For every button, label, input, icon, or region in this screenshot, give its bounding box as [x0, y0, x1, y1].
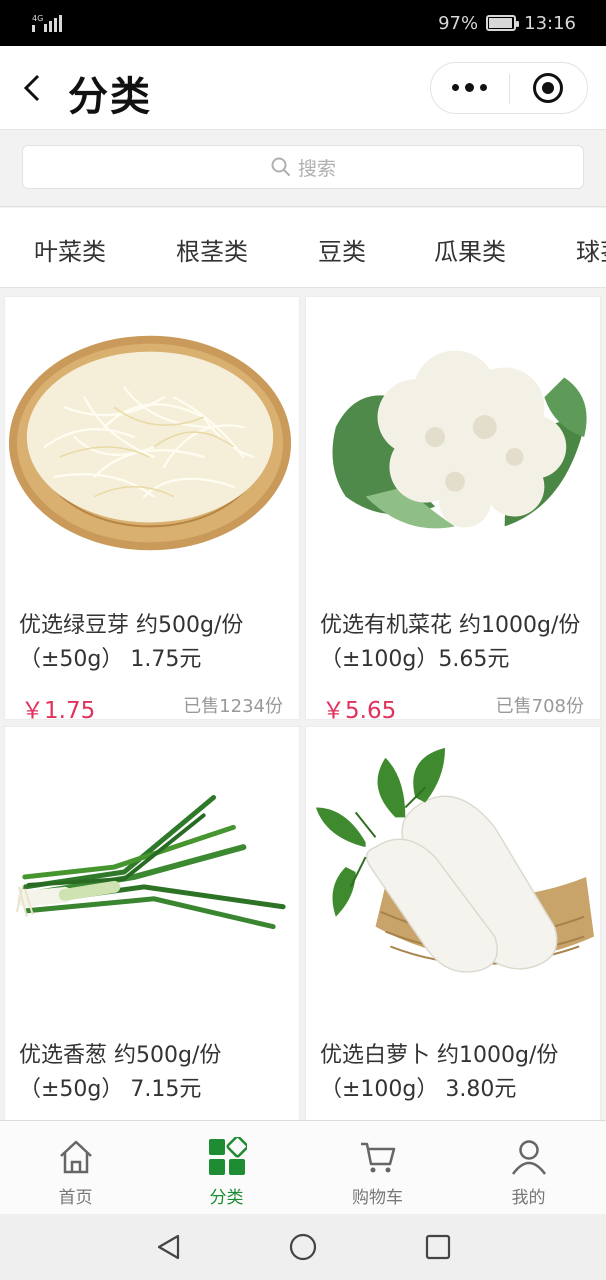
system-home-icon[interactable] [288, 1232, 318, 1262]
product-card[interactable]: 优选白萝卜 约1000g/份（±100g） 3.80元 [305, 726, 601, 1120]
home-icon [59, 1140, 92, 1174]
search-area: 搜索 [0, 131, 606, 207]
nav-category[interactable]: 分类 [151, 1121, 302, 1215]
product-price: ￥5.65 [322, 698, 397, 724]
nav-profile-label: 我的 [511, 1188, 546, 1208]
product-name: 优选白萝卜 约1000g/份（±100g） 3.80元 [320, 1043, 559, 1102]
svg-text:4G: 4G [32, 14, 43, 23]
tab-root-vegetables[interactable]: 根茎类 [176, 232, 248, 267]
clock: 13:16 [524, 12, 576, 34]
nav-category-label: 分类 [209, 1188, 244, 1208]
tab-gourds-fruits[interactable]: 瓜果类 [434, 232, 506, 267]
tab-beans[interactable]: 豆类 [318, 232, 366, 267]
cauliflower-image [332, 350, 587, 529]
product-grid: 优选绿豆芽 约500g/份（±50g） 1.75元 ￥1.75 已售1234份 … [0, 290, 606, 1120]
tab-bulb-vegetables[interactable]: 球茎类 [576, 232, 606, 267]
product-name: 优选香葱 约500g/份（±50g） 7.15元 [19, 1043, 222, 1102]
product-card[interactable]: 优选香葱 约500g/份（±50g） 7.15元 [4, 726, 300, 1120]
product-price: ￥1.75 [21, 698, 96, 724]
system-recents-icon[interactable] [423, 1232, 453, 1262]
bean-sprouts-image [8, 335, 292, 551]
battery-percent: 97% [438, 12, 479, 34]
product-name: 优选绿豆芽 约500g/份（±50g） 1.75元 [19, 613, 244, 672]
back-icon[interactable] [18, 68, 50, 108]
user-icon [511, 1140, 546, 1175]
target-icon [533, 73, 564, 103]
app-header: 分类 [0, 46, 606, 130]
product-name: 优选有机菜花 约1000g/份（±100g）5.65元 [320, 613, 581, 672]
search-placeholder: 搜索 [297, 157, 336, 180]
search-input[interactable]: 搜索 [22, 145, 584, 189]
category-icon [208, 1137, 247, 1175]
product-card[interactable]: 优选有机菜花 约1000g/份（±100g）5.65元 ￥5.65 已售708份 [305, 296, 601, 724]
search-icon [271, 157, 290, 176]
system-back-icon[interactable] [154, 1232, 184, 1262]
nav-cart[interactable]: 购物车 [302, 1121, 453, 1215]
more-button[interactable] [431, 63, 509, 113]
more-icon [452, 83, 488, 92]
tab-leafy-vegetables[interactable]: 叶菜类 [34, 232, 106, 267]
scallion-image [15, 795, 286, 930]
nav-profile[interactable]: 我的 [453, 1121, 604, 1215]
battery-icon [486, 15, 520, 31]
close-button[interactable] [510, 63, 588, 113]
product-sold-count: 已售1234份 [183, 696, 283, 717]
miniprogram-capsule [430, 62, 588, 114]
cart-icon [360, 1142, 395, 1173]
product-sold-count: 已售708份 [495, 696, 584, 717]
white-radish-image [315, 747, 595, 973]
category-tabs: 叶菜类 根茎类 豆类 瓜果类 球茎类 [0, 208, 606, 288]
bottom-nav: 首页 分类 购物车 我的 [0, 1120, 606, 1214]
nav-home-label: 首页 [58, 1188, 93, 1208]
system-nav-bar [0, 1214, 606, 1280]
product-card[interactable]: 优选绿豆芽 约500g/份（±50g） 1.75元 ￥1.75 已售1234份 [4, 296, 300, 724]
nav-home[interactable]: 首页 [0, 1121, 151, 1215]
status-bar: 4G 97% 13:16 [0, 0, 606, 46]
nav-cart-label: 购物车 [352, 1188, 403, 1208]
signal-icon: 4G [32, 14, 62, 32]
page-title: 分类 [68, 74, 152, 120]
